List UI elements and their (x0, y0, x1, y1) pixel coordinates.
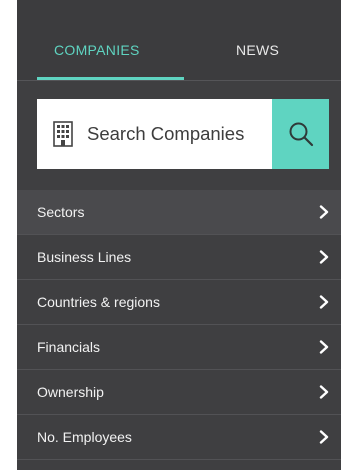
search-area (17, 81, 341, 189)
filter-list: Sectors Business Lines Countries & regio… (17, 190, 341, 460)
list-item-countries-regions[interactable]: Countries & regions (17, 280, 341, 325)
list-item-label: No. Employees (37, 429, 132, 445)
companies-panel: COMPANIES NEWS Search Companies Sectors … (17, 0, 341, 470)
search-input[interactable] (87, 123, 267, 145)
tab-bar: COMPANIES NEWS (17, 0, 341, 80)
tab-companies[interactable]: COMPANIES (54, 42, 140, 58)
search-box (37, 99, 292, 169)
list-item-sectors[interactable]: Sectors (17, 190, 341, 235)
list-item-label: Financials (37, 339, 101, 355)
list-item-employees[interactable]: No. Employees (17, 415, 341, 460)
list-item-label: Sectors (37, 204, 85, 220)
list-item-label: Countries & regions (37, 294, 160, 310)
list-item-label: Ownership (37, 384, 104, 400)
list-item-ownership[interactable]: Ownership (17, 370, 341, 415)
chevron-right-icon (319, 205, 329, 219)
list-item-label: Business Lines (37, 249, 132, 265)
list-item-business-lines[interactable]: Business Lines (17, 235, 341, 280)
chevron-right-icon (319, 385, 329, 399)
tab-news[interactable]: NEWS (236, 42, 279, 58)
chevron-right-icon (319, 250, 329, 264)
building-icon (53, 121, 73, 147)
search-button[interactable] (272, 99, 329, 169)
chevron-right-icon (319, 430, 329, 444)
chevron-right-icon (319, 340, 329, 354)
search-icon (289, 122, 313, 147)
list-item-financials[interactable]: Financials (17, 325, 341, 370)
chevron-right-icon (319, 295, 329, 309)
